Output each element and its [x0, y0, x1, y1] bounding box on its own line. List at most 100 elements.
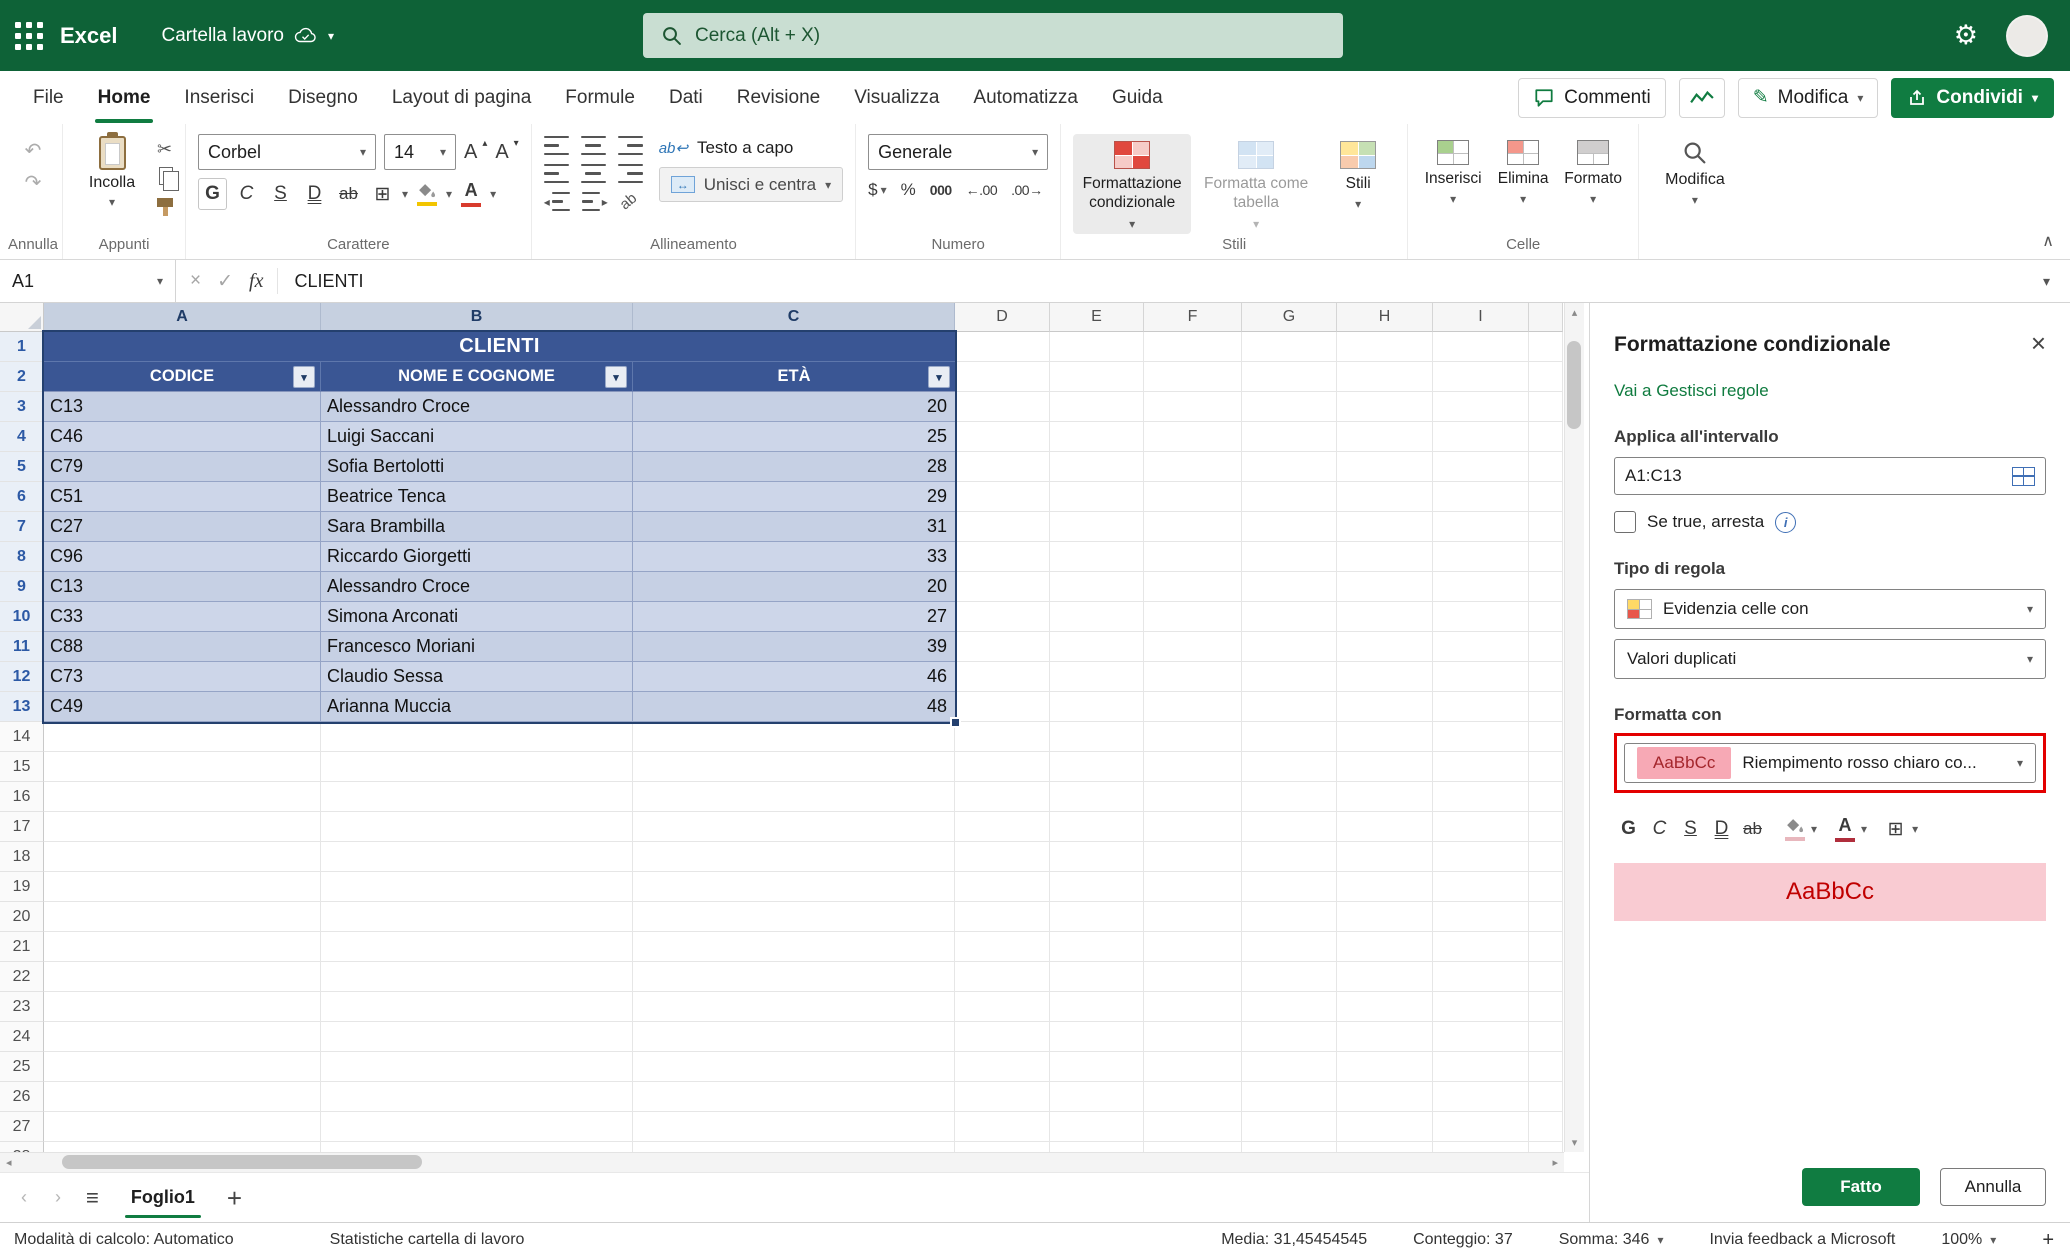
table-cell[interactable]: Beatrice Tenca [321, 482, 633, 512]
cell-I27[interactable] [1433, 1112, 1529, 1142]
underline-button[interactable]: S [266, 178, 295, 210]
cell-F23[interactable] [1144, 992, 1242, 1022]
delete-cells-button[interactable]: Elimina ▾ [1490, 134, 1556, 205]
select-all-corner[interactable] [0, 303, 44, 332]
cell-I4[interactable] [1433, 422, 1529, 452]
table-cell[interactable]: 27 [633, 602, 955, 632]
tab-visualizza[interactable]: Visualizza [837, 71, 956, 124]
zoom-level[interactable]: 100% [1941, 1231, 1982, 1249]
insert-function-button[interactable]: fx [249, 270, 263, 293]
table-cell[interactable]: C13 [44, 392, 321, 422]
cell-G13[interactable] [1242, 692, 1337, 722]
cell-F17[interactable] [1144, 812, 1242, 842]
cell-H21[interactable] [1337, 932, 1433, 962]
cell-H19[interactable] [1337, 872, 1433, 902]
cell-G9[interactable] [1242, 572, 1337, 602]
tab-guida[interactable]: Guida [1095, 71, 1180, 124]
fill-color-button[interactable] [1781, 818, 1809, 841]
feedback-link[interactable]: Invia feedback a Microsoft [1709, 1231, 1895, 1249]
row-header-6[interactable]: 6 [0, 482, 44, 512]
cell-I19[interactable] [1433, 872, 1529, 902]
cell-F9[interactable] [1144, 572, 1242, 602]
cell-H10[interactable] [1337, 602, 1433, 632]
cell-A27[interactable] [44, 1112, 321, 1142]
table-cell[interactable]: Francesco Moriani [321, 632, 633, 662]
tab-disegno[interactable]: Disegno [271, 71, 375, 124]
range-input[interactable]: A1:C13 [1614, 457, 2046, 495]
cell-C22[interactable] [633, 962, 955, 992]
cell-I21[interactable] [1433, 932, 1529, 962]
cell-D24[interactable] [955, 1022, 1050, 1052]
merge-center-button[interactable]: ↔ Unisci e centra ▾ [659, 167, 843, 202]
row-header-3[interactable]: 3 [0, 392, 44, 422]
cell-B24[interactable] [321, 1022, 633, 1052]
cell-I28[interactable] [1433, 1142, 1529, 1152]
cell-H5[interactable] [1337, 452, 1433, 482]
cell-D12[interactable] [955, 662, 1050, 692]
cell-G6[interactable] [1242, 482, 1337, 512]
cell-B17[interactable] [321, 812, 633, 842]
fill-handle[interactable] [950, 717, 961, 728]
scroll-right-icon[interactable]: ▸ [1552, 1156, 1558, 1169]
table-header-cell[interactable]: CODICE▾ [44, 362, 321, 392]
orientation-button[interactable]: ab [616, 190, 640, 214]
cell-F19[interactable] [1144, 872, 1242, 902]
row-header-19[interactable]: 19 [0, 872, 44, 902]
cell-D21[interactable] [955, 932, 1050, 962]
cell-G10[interactable] [1242, 602, 1337, 632]
cell-F20[interactable] [1144, 902, 1242, 932]
editing-button[interactable]: Modifica ▾ [1651, 134, 1739, 206]
cell-E25[interactable] [1050, 1052, 1144, 1082]
tab-formule[interactable]: Formule [548, 71, 652, 124]
font-name-select[interactable]: Corbel ▾ [198, 134, 376, 170]
cell-I1[interactable] [1433, 332, 1529, 362]
cell-A18[interactable] [44, 842, 321, 872]
tab-inserisci[interactable]: Inserisci [167, 71, 271, 124]
row-header-12[interactable]: 12 [0, 662, 44, 692]
table-cell[interactable]: Simona Arconati [321, 602, 633, 632]
formula-content[interactable]: CLIENTI [294, 271, 363, 292]
sheet-tab-foglio1[interactable]: Foglio1 [113, 1173, 213, 1222]
table-cell[interactable]: C79 [44, 452, 321, 482]
cell-F3[interactable] [1144, 392, 1242, 422]
filter-button-codice[interactable]: ▾ [293, 366, 315, 388]
wrap-text-button[interactable]: ab↩ Testo a capo [659, 138, 843, 158]
currency-format-button[interactable]: $▾ [868, 180, 887, 200]
table-cell[interactable]: 48 [633, 692, 955, 722]
vertical-scrollbar[interactable]: ▴ ▾ [1564, 303, 1584, 1152]
cell-I2[interactable] [1433, 362, 1529, 392]
previous-sheet-button[interactable]: ‹ [10, 1187, 38, 1208]
workbook-name[interactable]: Cartella lavoro ▾ [162, 25, 335, 47]
increase-indent-button[interactable]: ▸ [582, 192, 608, 211]
strikethrough-button[interactable]: ab [334, 178, 363, 210]
cell-E4[interactable] [1050, 422, 1144, 452]
table-cell[interactable]: Sara Brambilla [321, 512, 633, 542]
cell-E21[interactable] [1050, 932, 1144, 962]
cell-E12[interactable] [1050, 662, 1144, 692]
cell-D19[interactable] [955, 872, 1050, 902]
cell-D20[interactable] [955, 902, 1050, 932]
info-icon[interactable]: i [1775, 512, 1796, 533]
cell-I18[interactable] [1433, 842, 1529, 872]
cell-E26[interactable] [1050, 1082, 1144, 1112]
cell-I3[interactable] [1433, 392, 1529, 422]
double-underline-button[interactable]: D [1707, 813, 1736, 845]
cell-H24[interactable] [1337, 1022, 1433, 1052]
percent-format-button[interactable]: % [901, 180, 916, 200]
cell-H1[interactable] [1337, 332, 1433, 362]
confirm-entry-button[interactable]: ✓ [217, 270, 233, 293]
table-cell[interactable]: C51 [44, 482, 321, 512]
cell-H23[interactable] [1337, 992, 1433, 1022]
cell-I25[interactable] [1433, 1052, 1529, 1082]
cell-I24[interactable] [1433, 1022, 1529, 1052]
cell-F15[interactable] [1144, 752, 1242, 782]
close-icon[interactable]: × [2031, 333, 2046, 354]
table-cell[interactable]: 29 [633, 482, 955, 512]
cell-H16[interactable] [1337, 782, 1433, 812]
cell-D22[interactable] [955, 962, 1050, 992]
cell-I11[interactable] [1433, 632, 1529, 662]
cell-H15[interactable] [1337, 752, 1433, 782]
cell-D16[interactable] [955, 782, 1050, 812]
strikethrough-button[interactable]: ab [1738, 813, 1767, 845]
cell-C17[interactable] [633, 812, 955, 842]
